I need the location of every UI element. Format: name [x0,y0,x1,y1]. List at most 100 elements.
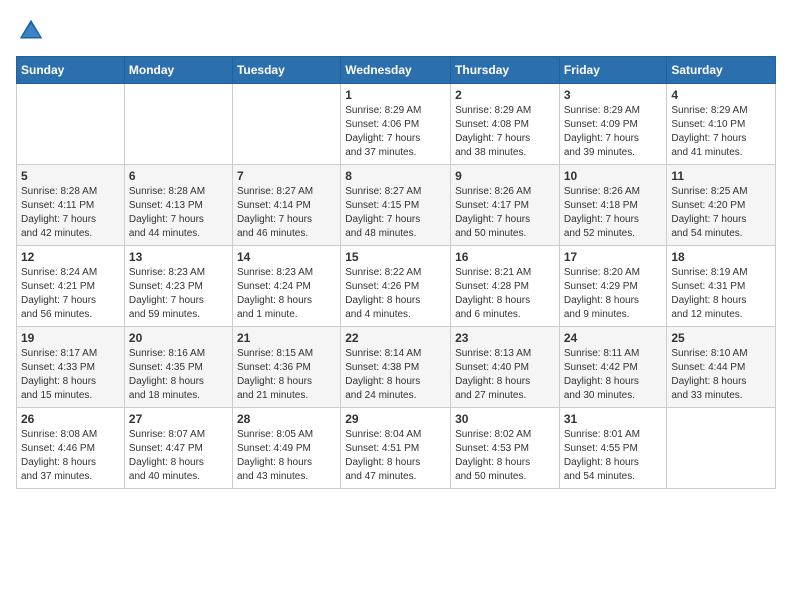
day-info: Sunrise: 8:21 AM Sunset: 4:28 PM Dayligh… [455,266,555,322]
calendar-cell: 2 Sunrise: 8:29 AM Sunset: 4:08 PM Daylig… [451,84,560,165]
day-info: Sunrise: 8:17 AM Sunset: 4:33 PM Dayligh… [21,347,120,403]
day-info: Sunrise: 8:23 AM Sunset: 4:24 PM Dayligh… [237,266,336,322]
day-header-tuesday: Tuesday [232,57,340,84]
day-info: Sunrise: 8:13 AM Sunset: 4:40 PM Dayligh… [455,347,555,403]
day-info: Sunrise: 8:16 AM Sunset: 4:35 PM Dayligh… [129,347,228,403]
calendar-cell [232,84,340,165]
day-number: 10 [564,169,663,183]
calendar-cell: 20Sunrise: 8:16 AM Sunset: 4:35 PM Dayli… [124,327,232,408]
day-info: Sunrise: 8:25 AM Sunset: 4:20 PM Dayligh… [671,185,771,241]
day-info: Sunrise: 8:15 AM Sunset: 4:36 PM Dayligh… [237,347,336,403]
day-number: 31 [564,412,663,426]
calendar-cell: 5 Sunrise: 8:28 AM Sunset: 4:11 PM Daylig… [17,165,125,246]
day-info: Sunrise: 8:24 AM Sunset: 4:21 PM Dayligh… [21,266,120,322]
calendar-cell: 28 Sunrise: 8:05 AM Sunset: 4:49 PM Dayli… [232,408,340,489]
calendar-cell: 25Sunrise: 8:10 AM Sunset: 4:44 PM Dayli… [667,327,776,408]
day-number: 5 [21,169,120,183]
header [16,16,776,46]
logo-icon [16,16,46,46]
day-header-sunday: Sunday [17,57,125,84]
calendar-cell: 4 Sunrise: 8:29 AM Sunset: 4:10 PM Daylig… [667,84,776,165]
day-header-friday: Friday [559,57,667,84]
day-info: Sunrise: 8:04 AM Sunset: 4:51 PM Dayligh… [345,428,446,484]
day-number: 1 [345,88,446,102]
calendar-cell: 8Sunrise: 8:27 AM Sunset: 4:15 PM Daylig… [341,165,451,246]
week-row-5: 26Sunrise: 8:08 AM Sunset: 4:46 PM Dayli… [17,408,776,489]
calendar-cell: 30 Sunrise: 8:02 AM Sunset: 4:53 PM Dayli… [451,408,560,489]
calendar-cell: 12 Sunrise: 8:24 AM Sunset: 4:21 PM Dayli… [17,246,125,327]
day-number: 17 [564,250,663,264]
day-info: Sunrise: 8:02 AM Sunset: 4:53 PM Dayligh… [455,428,555,484]
day-number: 25 [671,331,771,345]
day-info: Sunrise: 8:27 AM Sunset: 4:14 PM Dayligh… [237,185,336,241]
day-number: 14 [237,250,336,264]
calendar: SundayMondayTuesdayWednesdayThursdayFrid… [16,56,776,489]
calendar-cell: 24Sunrise: 8:11 AM Sunset: 4:42 PM Dayli… [559,327,667,408]
day-header-saturday: Saturday [667,57,776,84]
week-row-4: 19 Sunrise: 8:17 AM Sunset: 4:33 PM Dayli… [17,327,776,408]
calendar-cell: 13 Sunrise: 8:23 AM Sunset: 4:23 PM Dayli… [124,246,232,327]
day-info: Sunrise: 8:29 AM Sunset: 4:08 PM Dayligh… [455,104,555,160]
day-number: 21 [237,331,336,345]
day-info: Sunrise: 8:29 AM Sunset: 4:09 PM Dayligh… [564,104,663,160]
day-number: 26 [21,412,120,426]
week-row-2: 5 Sunrise: 8:28 AM Sunset: 4:11 PM Daylig… [17,165,776,246]
calendar-cell: 22 Sunrise: 8:14 AM Sunset: 4:38 PM Dayli… [341,327,451,408]
logo [16,16,50,46]
day-number: 6 [129,169,228,183]
week-row-3: 12 Sunrise: 8:24 AM Sunset: 4:21 PM Dayli… [17,246,776,327]
day-number: 29 [345,412,446,426]
day-info: Sunrise: 8:07 AM Sunset: 4:47 PM Dayligh… [129,428,228,484]
day-number: 4 [671,88,771,102]
day-number: 16 [455,250,555,264]
day-number: 13 [129,250,228,264]
calendar-cell: 19 Sunrise: 8:17 AM Sunset: 4:33 PM Dayli… [17,327,125,408]
day-number: 15 [345,250,446,264]
day-number: 18 [671,250,771,264]
calendar-cell: 21 Sunrise: 8:15 AM Sunset: 4:36 PM Dayli… [232,327,340,408]
day-info: Sunrise: 8:28 AM Sunset: 4:11 PM Dayligh… [21,185,120,241]
day-number: 22 [345,331,446,345]
day-info: Sunrise: 8:29 AM Sunset: 4:10 PM Dayligh… [671,104,771,160]
calendar-cell: 7 Sunrise: 8:27 AM Sunset: 4:14 PM Daylig… [232,165,340,246]
day-number: 3 [564,88,663,102]
day-number: 2 [455,88,555,102]
day-number: 24 [564,331,663,345]
day-info: Sunrise: 8:05 AM Sunset: 4:49 PM Dayligh… [237,428,336,484]
day-info: Sunrise: 8:20 AM Sunset: 4:29 PM Dayligh… [564,266,663,322]
calendar-cell: 31 Sunrise: 8:01 AM Sunset: 4:55 PM Dayli… [559,408,667,489]
calendar-cell: 10 Sunrise: 8:26 AM Sunset: 4:18 PM Dayli… [559,165,667,246]
calendar-cell [124,84,232,165]
day-header-thursday: Thursday [451,57,560,84]
calendar-cell: 9Sunrise: 8:26 AM Sunset: 4:17 PM Daylig… [451,165,560,246]
day-number: 9 [455,169,555,183]
day-number: 8 [345,169,446,183]
day-info: Sunrise: 8:22 AM Sunset: 4:26 PM Dayligh… [345,266,446,322]
day-info: Sunrise: 8:23 AM Sunset: 4:23 PM Dayligh… [129,266,228,322]
day-info: Sunrise: 8:14 AM Sunset: 4:38 PM Dayligh… [345,347,446,403]
day-number: 30 [455,412,555,426]
calendar-cell: 15 Sunrise: 8:22 AM Sunset: 4:26 PM Dayli… [341,246,451,327]
header-row: SundayMondayTuesdayWednesdayThursdayFrid… [17,57,776,84]
calendar-cell: 18 Sunrise: 8:19 AM Sunset: 4:31 PM Dayli… [667,246,776,327]
calendar-cell: 11 Sunrise: 8:25 AM Sunset: 4:20 PM Dayli… [667,165,776,246]
day-number: 23 [455,331,555,345]
calendar-cell: 17 Sunrise: 8:20 AM Sunset: 4:29 PM Dayli… [559,246,667,327]
day-number: 19 [21,331,120,345]
day-info: Sunrise: 8:01 AM Sunset: 4:55 PM Dayligh… [564,428,663,484]
week-row-1: 1 Sunrise: 8:29 AM Sunset: 4:06 PM Daylig… [17,84,776,165]
day-info: Sunrise: 8:26 AM Sunset: 4:18 PM Dayligh… [564,185,663,241]
day-info: Sunrise: 8:29 AM Sunset: 4:06 PM Dayligh… [345,104,446,160]
day-header-wednesday: Wednesday [341,57,451,84]
calendar-cell: 23 Sunrise: 8:13 AM Sunset: 4:40 PM Dayli… [451,327,560,408]
page: SundayMondayTuesdayWednesdayThursdayFrid… [0,0,792,612]
day-info: Sunrise: 8:19 AM Sunset: 4:31 PM Dayligh… [671,266,771,322]
day-number: 28 [237,412,336,426]
calendar-cell: 26Sunrise: 8:08 AM Sunset: 4:46 PM Dayli… [17,408,125,489]
day-number: 7 [237,169,336,183]
day-number: 12 [21,250,120,264]
day-number: 11 [671,169,771,183]
calendar-cell: 1 Sunrise: 8:29 AM Sunset: 4:06 PM Daylig… [341,84,451,165]
calendar-cell [17,84,125,165]
day-info: Sunrise: 8:28 AM Sunset: 4:13 PM Dayligh… [129,185,228,241]
